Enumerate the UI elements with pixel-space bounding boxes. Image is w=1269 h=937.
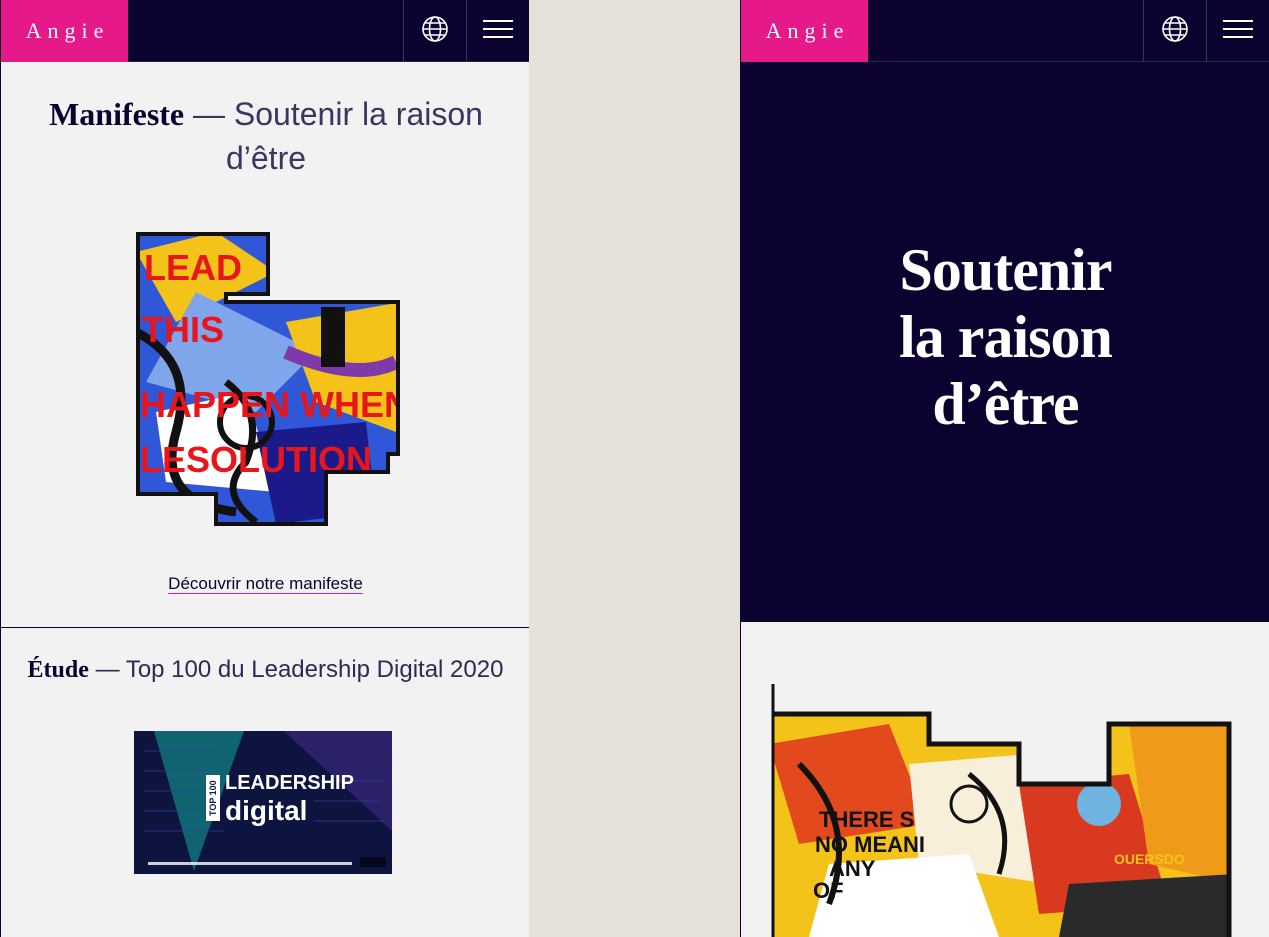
brand-logo[interactable]: Angie	[1, 0, 128, 62]
artwork-text: OUERSDO	[1114, 851, 1185, 867]
svg-text:THIS: THIS	[142, 309, 224, 350]
language-button[interactable]	[403, 0, 466, 62]
manifest-heading: Manifeste — Soutenir la raison d’être	[31, 92, 501, 180]
artwork-text: THERE S	[819, 807, 914, 832]
hero-line: la raison	[899, 304, 1113, 370]
manifest-artwork[interactable]: LEAD THIS HAPPEN WHEN LESOLUTION	[136, 232, 402, 528]
manifest-link[interactable]: Découvrir notre manifeste	[1, 574, 529, 594]
study-label: Étude	[27, 657, 89, 683]
heading-separator: —	[184, 96, 234, 132]
menu-button[interactable]	[466, 0, 529, 62]
language-button[interactable]	[1143, 0, 1206, 62]
hero-section: Soutenir la raison d’être	[741, 62, 1269, 622]
study-heading: Étude — Top 100 du Leadership Digital 20…	[1, 656, 529, 684]
menu-icon	[1223, 18, 1253, 45]
top100-badge: TOP 100	[206, 775, 220, 821]
artwork-text: OF	[813, 878, 844, 903]
left-screen: Angie Manifeste — Soutenir la raison d’ê…	[0, 0, 529, 937]
globe-icon	[1161, 15, 1189, 48]
brand-logo[interactable]: Angie	[741, 0, 868, 62]
section-divider	[1, 627, 529, 628]
artwork-text: NO MEANI	[815, 832, 925, 857]
study-thumbnail[interactable]: TOP 100 LEADERSHIP digital	[134, 731, 392, 874]
svg-text:HAPPEN WHEN: HAPPEN WHEN	[140, 384, 402, 425]
menu-icon	[483, 18, 513, 45]
top-bar: Angie	[1, 0, 529, 62]
leadership-text: LEADERSHIP	[225, 772, 354, 794]
right-screen: Angie Soutenir la raison d’être THERE S …	[740, 0, 1269, 937]
hero-title: Soutenir la raison d’être	[741, 237, 1269, 438]
digital-text: digital	[225, 795, 308, 826]
svg-text:LEAD: LEAD	[144, 247, 242, 288]
manifest-artwork[interactable]: THERE S NO MEANI ANY OF OUERSDO	[769, 684, 1235, 937]
heading-separator: —	[88, 656, 126, 683]
hero-line: Soutenir	[899, 237, 1112, 303]
manifest-label: Manifeste	[49, 96, 185, 132]
hero-line: d’être	[932, 371, 1079, 437]
menu-button[interactable]	[1206, 0, 1269, 62]
manifest-title: Soutenir la raison d’être	[225, 96, 483, 176]
globe-icon	[421, 15, 449, 48]
study-title: Top 100 du Leadership Digital 2020	[125, 656, 504, 683]
top-bar: Angie	[741, 0, 1269, 62]
